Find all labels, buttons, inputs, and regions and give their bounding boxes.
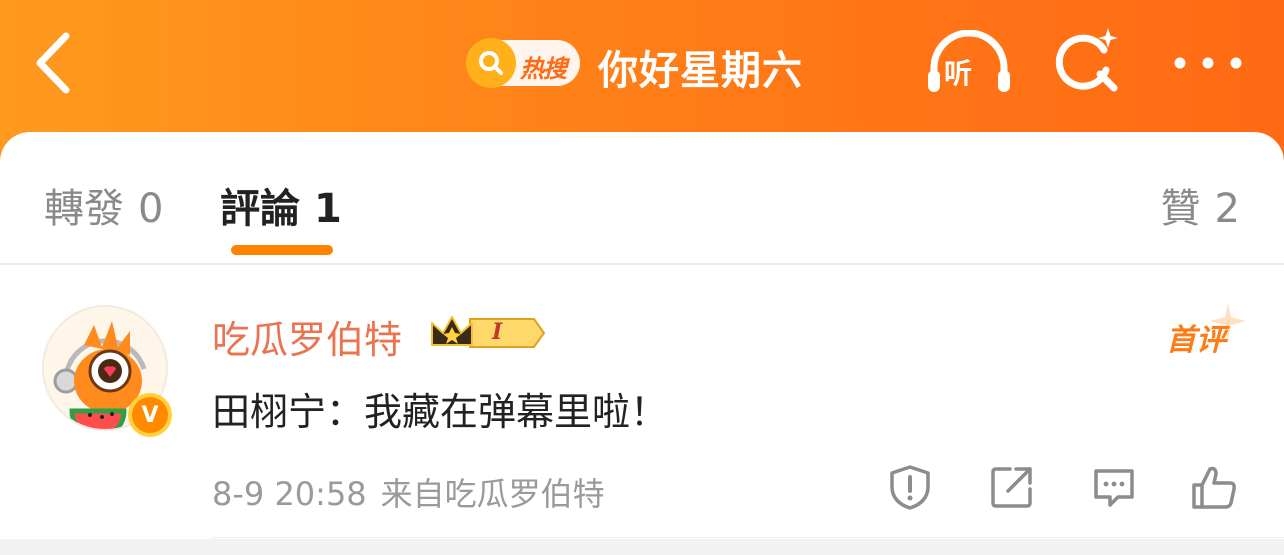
comment-time: 8-9 20:58 [212,475,367,513]
reply-button[interactable] [1090,463,1138,511]
fan-level-badge: I [428,313,546,353]
first-comment-badge: 首评 [1166,323,1226,358]
active-tab-indicator [231,245,333,255]
tab-likes-count: 2 [1214,186,1240,232]
fan-level-number: I [492,319,503,345]
like-icon [1192,466,1236,509]
reply-icon [1094,469,1134,507]
report-icon [890,465,930,510]
sparkle-search-icon [1055,28,1118,92]
section-separator [0,539,1284,555]
crown-icon [431,316,546,348]
tab-likes-label: 贊 [1160,186,1201,232]
topic-title: 你好星期六 [598,48,803,94]
vip-mark: V [141,402,159,428]
tab-comments-label: 評論 [220,186,300,232]
tab-reposts-count: 0 [138,186,164,232]
search-button[interactable] [1052,26,1124,98]
search-icon [466,38,516,88]
back-arrow-icon [36,32,70,94]
tab-comments[interactable]: 評論 1 [220,176,342,234]
comment-source: 来自吃瓜罗伯特 [380,475,605,513]
back-button[interactable] [30,30,90,96]
hot-search-badge[interactable]: 热搜 [466,38,580,88]
repost-button[interactable] [988,463,1036,511]
listen-label: 听 [944,57,973,90]
tab-likes[interactable]: 贊2 [1161,176,1240,234]
tab-bar: 轉發 0 評論 1 贊2 [0,132,1284,265]
divider [212,537,1284,538]
content-card: 轉發 0 評論 1 贊2 V 吃瓜罗伯特 I 首评 田栩宁：我藏在弹幕里啦！ 8… [0,132,1284,555]
tab-reposts[interactable]: 轉發 0 [44,176,163,234]
vip-v-icon: V [128,393,172,437]
like-button[interactable] [1190,463,1238,511]
more-dots-icon [1174,57,1242,69]
report-button[interactable] [886,463,934,511]
comment-meta: 8-9 20:58 来自吃瓜罗伯特 [212,469,605,515]
comment-text: 田栩宁：我藏在弹幕里啦！ [212,390,669,434]
username[interactable]: 吃瓜罗伯特 [212,309,402,364]
repost-icon [991,467,1032,508]
tab-reposts-label: 轉發 [44,186,124,232]
hot-search-label: 热搜 [520,55,567,83]
comment-item: V 吃瓜罗伯特 I 首评 田栩宁：我藏在弹幕里啦！ 8-9 20:58 来自吃瓜罗… [0,265,1284,555]
tab-comments-count: 1 [314,186,342,232]
listen-button[interactable]: 听 [926,30,1012,96]
more-button[interactable] [1170,46,1246,80]
